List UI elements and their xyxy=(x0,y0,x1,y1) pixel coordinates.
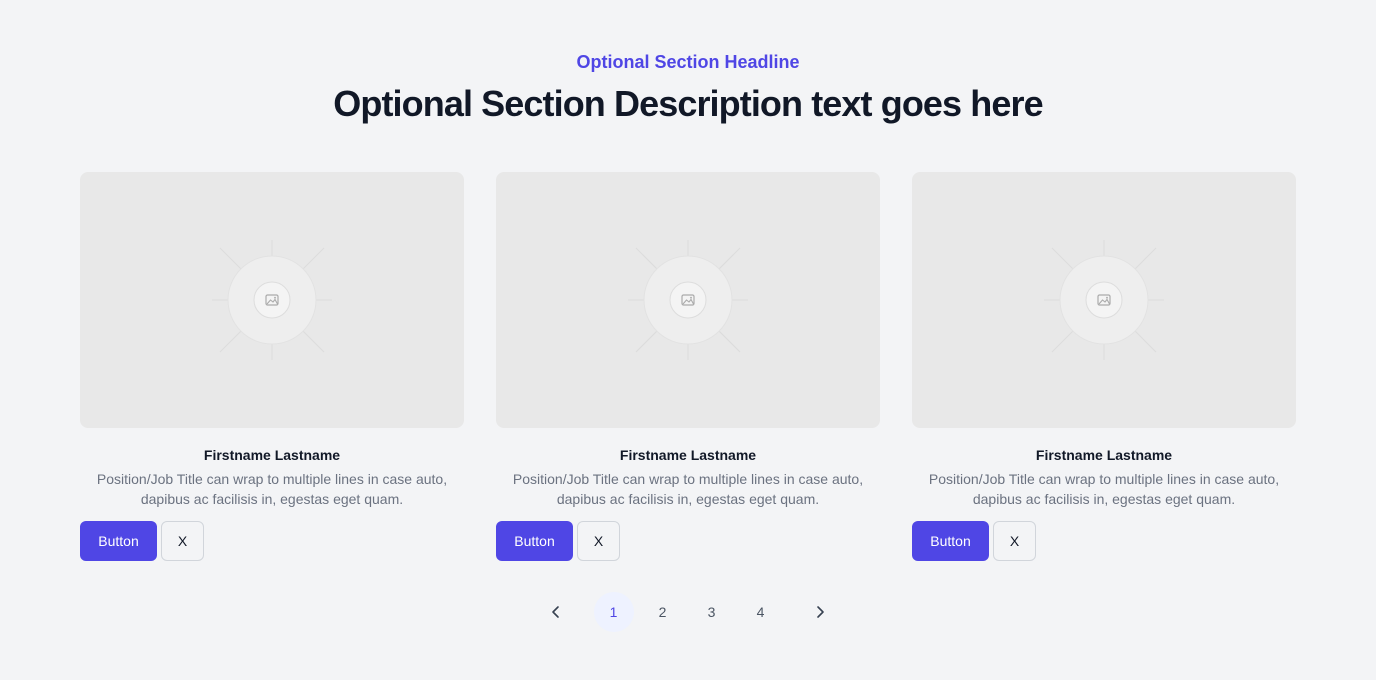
primary-button[interactable]: Button xyxy=(912,521,989,561)
card-actions: Button X xyxy=(912,521,1296,561)
chevron-right-icon[interactable] xyxy=(800,592,840,632)
team-card: Firstname Lastname Position/Job Title ca… xyxy=(912,172,1296,561)
person-title: Position/Job Title can wrap to multiple … xyxy=(512,471,864,507)
card-image xyxy=(912,172,1296,428)
person-name: Firstname Lastname xyxy=(619,447,757,463)
section-eyebrow: Optional Section Headline xyxy=(576,52,800,72)
image-placeholder-icon xyxy=(1044,240,1164,360)
image-placeholder-icon xyxy=(628,240,748,360)
section-title: Optional Section Description text goes h… xyxy=(333,83,1043,124)
card-image xyxy=(496,172,880,428)
card-grid: Firstname Lastname Position/Job Title ca… xyxy=(80,172,1296,561)
chevron-left-icon[interactable] xyxy=(536,592,576,632)
person-title: Position/Job Title can wrap to multiple … xyxy=(96,471,448,507)
card-actions: Button X xyxy=(80,521,464,561)
image-placeholder-icon xyxy=(212,240,332,360)
person-name: Firstname Lastname xyxy=(1035,447,1173,463)
page-3-button[interactable]: 3 xyxy=(692,592,732,632)
close-button[interactable]: X xyxy=(577,521,620,561)
page-1-button[interactable]: 1 xyxy=(593,592,634,632)
person-name: Firstname Lastname xyxy=(203,447,341,463)
primary-button[interactable]: Button xyxy=(80,521,157,561)
card-actions: Button X xyxy=(496,521,880,561)
team-card: Firstname Lastname Position/Job Title ca… xyxy=(80,172,464,561)
close-button[interactable]: X xyxy=(993,521,1036,561)
pagination: 1 2 3 4 xyxy=(0,592,1376,632)
team-card: Firstname Lastname Position/Job Title ca… xyxy=(496,172,880,561)
person-title: Position/Job Title can wrap to multiple … xyxy=(928,471,1280,507)
card-image xyxy=(80,172,464,428)
page-4-button[interactable]: 4 xyxy=(741,592,781,632)
page-2-button[interactable]: 2 xyxy=(643,592,683,632)
close-button[interactable]: X xyxy=(161,521,204,561)
primary-button[interactable]: Button xyxy=(496,521,573,561)
